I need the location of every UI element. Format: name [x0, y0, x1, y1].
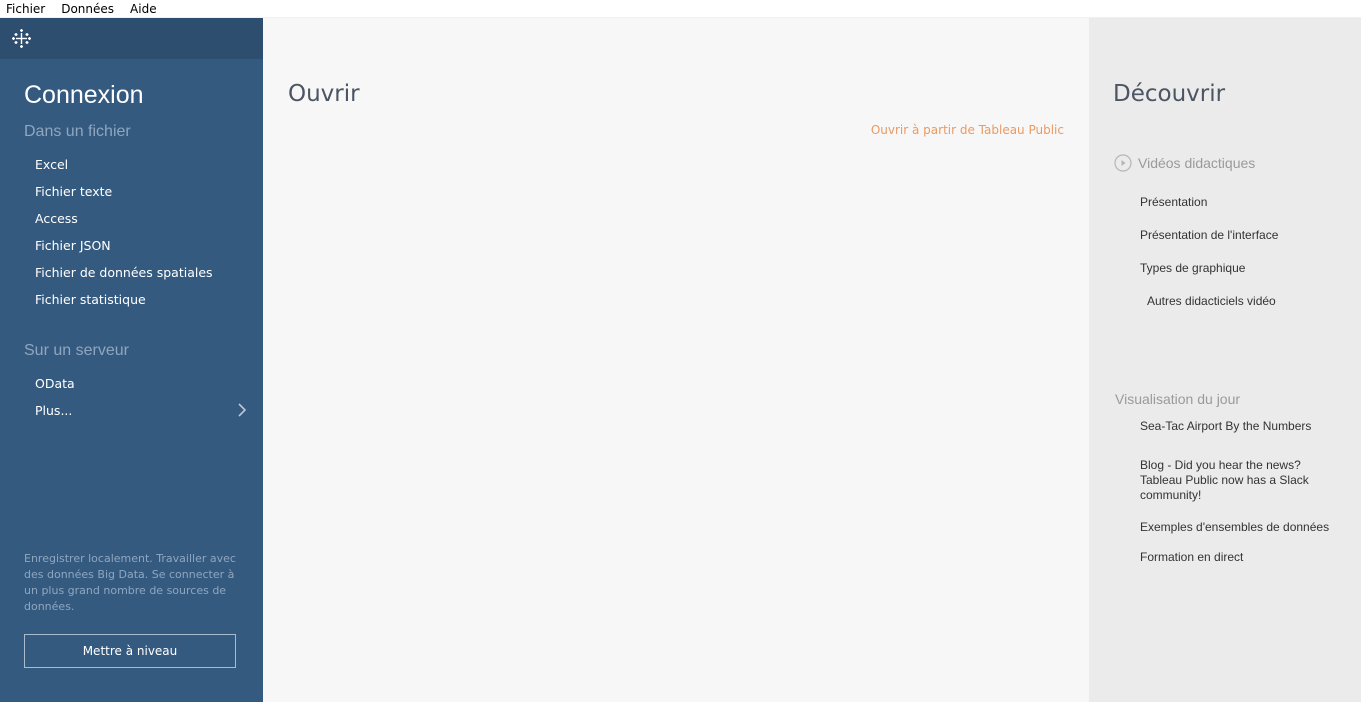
viz-of-the-day-link[interactable]: Sea-Tac Airport By the Numbers	[1140, 419, 1340, 434]
video-chart-types[interactable]: Types de graphique	[1140, 261, 1340, 276]
connect-panel: Connexion Dans un fichier Excel Fichier …	[0, 18, 263, 702]
play-circle-icon	[1114, 154, 1132, 172]
training-videos-header[interactable]: Vidéos didactiques	[1114, 154, 1255, 172]
file-section-header: Dans un fichier	[24, 123, 131, 140]
viz-of-the-day-header: Visualisation du jour	[1115, 391, 1241, 407]
chevron-right-icon[interactable]	[236, 402, 248, 418]
tableau-logo-icon[interactable]	[12, 29, 31, 48]
sample-datasets-link[interactable]: Exemples d'ensembles de données	[1140, 520, 1340, 535]
connect-access[interactable]: Access	[35, 211, 78, 226]
training-videos-label: Vidéos didactiques	[1138, 155, 1256, 171]
connect-json-file[interactable]: Fichier JSON	[35, 238, 111, 253]
upgrade-promo-text: Enregistrer localement. Travailler avec …	[24, 552, 236, 613]
server-section-header: Sur un serveur	[24, 342, 129, 359]
menu-aide[interactable]: Aide	[122, 0, 165, 18]
connect-excel[interactable]: Excel	[35, 157, 68, 172]
connect-more[interactable]: Plus...	[35, 403, 72, 418]
menu-fichier[interactable]: Fichier	[0, 0, 53, 18]
upgrade-button[interactable]: Mettre à niveau	[24, 634, 236, 668]
menu-donnees[interactable]: Données	[53, 0, 122, 18]
blog-link[interactable]: Blog - Did you hear the news? Tableau Pu…	[1140, 458, 1330, 503]
connect-title: Connexion	[24, 81, 144, 109]
discover-panel: Découvrir Vidéos didactiques Présentatio…	[1089, 18, 1361, 702]
open-panel: Ouvrir Ouvrir à partir de Tableau Public	[263, 18, 1089, 702]
connect-odata[interactable]: OData	[35, 376, 75, 391]
connect-statistical-file[interactable]: Fichier statistique	[35, 292, 146, 307]
open-from-tableau-public-link[interactable]: Ouvrir à partir de Tableau Public	[871, 123, 1064, 137]
discover-title: Découvrir	[1113, 81, 1226, 107]
live-training-link[interactable]: Formation en direct	[1140, 550, 1340, 565]
video-interface-tour[interactable]: Présentation de l'interface	[1140, 228, 1340, 243]
open-title: Ouvrir	[288, 81, 360, 107]
connect-text-file[interactable]: Fichier texte	[35, 184, 112, 199]
connect-spatial-file[interactable]: Fichier de données spatiales	[35, 265, 213, 280]
menu-bar: Fichier Données Aide	[0, 0, 1361, 18]
connect-panel-topbar	[0, 18, 263, 59]
video-getting-started[interactable]: Présentation	[1140, 195, 1340, 210]
more-training-videos-link[interactable]: Autres didacticiels vidéo	[1147, 294, 1347, 309]
